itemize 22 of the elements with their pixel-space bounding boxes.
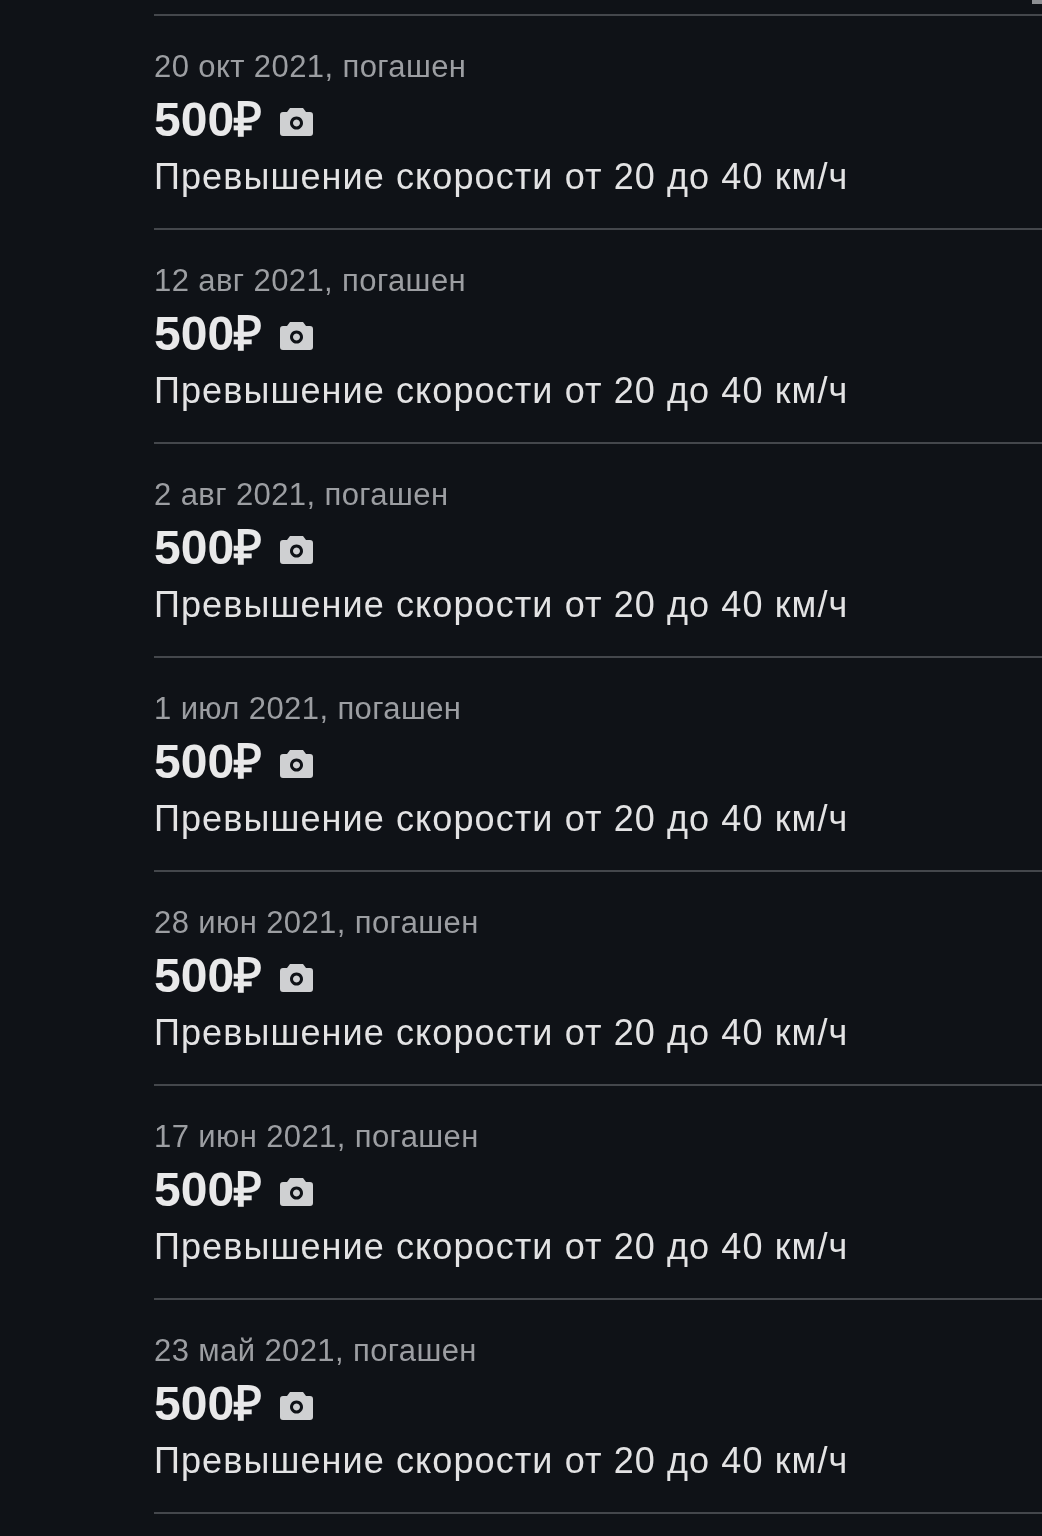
fine-date: 23 май 2021, погашен bbox=[154, 1334, 478, 1368]
fine-description: Превышение скорости от 20 до 40 км/ч bbox=[154, 156, 850, 198]
fine-amount: 500₽ bbox=[154, 950, 263, 1002]
fine-description: Превышение скорости от 20 до 40 км/ч bbox=[154, 370, 850, 412]
fine-amount: 500₽ bbox=[154, 94, 263, 146]
fine-date: 1 июл 2021, погашен bbox=[154, 692, 463, 726]
fine-date: 28 июн 2021, погашен bbox=[154, 906, 480, 940]
fine-date: 2 авг 2021, погашен bbox=[154, 478, 450, 512]
fine-amount: 500₽ bbox=[154, 308, 263, 360]
fine-amount: 500₽ bbox=[154, 1378, 263, 1430]
fine-amount: 500₽ bbox=[154, 1164, 263, 1216]
fine-amount: 500₽ bbox=[154, 522, 263, 574]
fine-description: Превышение скорости от 20 до 40 км/ч bbox=[154, 1440, 850, 1482]
fine-description: Превышение скорости от 20 до 40 км/ч bbox=[154, 1226, 850, 1268]
fine-description: Превышение скорости от 20 до 40 км/ч bbox=[154, 798, 850, 840]
fine-amount: 500₽ bbox=[154, 736, 263, 788]
fine-description: Превышение скорости от 20 до 40 км/ч bbox=[154, 584, 850, 626]
scrollbar-thumb bbox=[1032, 0, 1042, 4]
fine-date: 20 окт 2021, погашен bbox=[154, 50, 468, 84]
fine-date: 17 июн 2021, погашен bbox=[154, 1120, 480, 1154]
fine-description: Превышение скорости от 20 до 40 км/ч bbox=[154, 1012, 850, 1054]
fine-date: 12 авг 2021, погашен bbox=[154, 264, 468, 298]
